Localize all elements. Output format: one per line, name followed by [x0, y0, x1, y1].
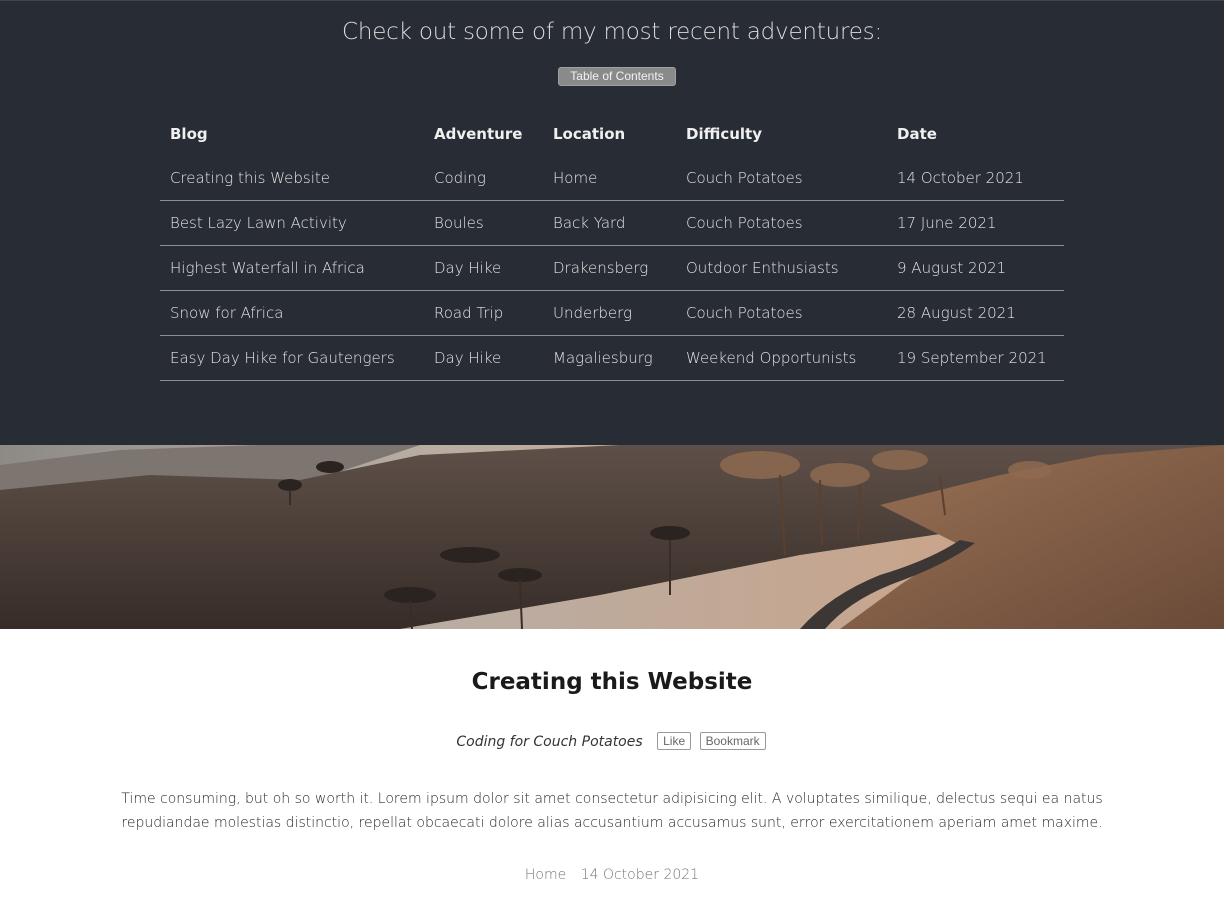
- table-row[interactable]: Snow for Africa Road Trip Underberg Couc…: [160, 290, 1064, 336]
- adventure-cell: Day Hike: [424, 335, 543, 381]
- blog-cell[interactable]: Easy Day Hike for Gautengers: [160, 335, 424, 381]
- table-row[interactable]: Easy Day Hike for Gautengers Day Hike Ma…: [160, 335, 1064, 381]
- adventures-section: Check out some of my most recent adventu…: [0, 0, 1224, 445]
- post-title: Creating this Website: [471, 669, 753, 695]
- column-header-location: Location: [553, 125, 626, 143]
- post-footer: Home 14 October 2021: [0, 867, 1224, 883]
- adventure-cell: Road Trip: [424, 290, 543, 336]
- difficulty-cell: Weekend Opportunists: [676, 335, 887, 381]
- adventure-cell: Coding: [424, 156, 543, 201]
- date-cell: 14 October 2021: [887, 156, 1064, 201]
- location-cell: Back Yard: [543, 200, 676, 246]
- table-row[interactable]: Highest Waterfall in Africa Day Hike Dra…: [160, 245, 1064, 291]
- blog-cell[interactable]: Highest Waterfall in Africa: [160, 245, 424, 291]
- difficulty-cell: Couch Potatoes: [676, 200, 887, 246]
- post-category: Coding for Couch Potatoes: [456, 734, 643, 750]
- post-date: 14 October 2021: [580, 867, 700, 883]
- adventure-cell: Boules: [424, 200, 543, 246]
- table-of-contents-button[interactable]: Table of Contents: [558, 67, 676, 86]
- post-banner-image: [0, 445, 1224, 629]
- date-cell: 9 August 2021: [887, 245, 1064, 291]
- difficulty-cell: Couch Potatoes: [676, 290, 887, 336]
- date-cell: 28 August 2021: [887, 290, 1064, 336]
- adventure-cell: Day Hike: [424, 245, 543, 291]
- table-header-row: Blog Adventure Location Difficulty Date: [160, 112, 1064, 156]
- like-button[interactable]: Like: [657, 732, 692, 750]
- location-cell: Drakensberg: [543, 245, 676, 291]
- blog-cell[interactable]: Creating this Website: [160, 156, 424, 201]
- blog-cell[interactable]: Best Lazy Lawn Activity: [160, 200, 424, 246]
- location-cell: Underberg: [543, 290, 676, 336]
- landscape-illustration: [0, 445, 1224, 629]
- column-header-adventure: Adventure: [434, 125, 523, 143]
- location-cell: Magaliesburg: [543, 335, 676, 381]
- table-row[interactable]: Creating this Website Coding Home Couch …: [160, 156, 1064, 201]
- blog-cell[interactable]: Snow for Africa: [160, 290, 424, 336]
- adventures-table: Blog Adventure Location Difficulty Date …: [160, 112, 1064, 381]
- column-header-difficulty: Difficulty: [686, 125, 762, 143]
- post-body: Time consuming, but oh so worth it. Lore…: [121, 791, 1103, 831]
- post-location: Home: [524, 867, 567, 883]
- post-meta: Coding for Couch Potatoes Like Bookmark: [0, 732, 1224, 750]
- difficulty-cell: Couch Potatoes: [676, 156, 887, 201]
- column-header-date: Date: [897, 125, 937, 143]
- difficulty-cell: Outdoor Enthusiasts: [676, 245, 887, 291]
- location-cell: Home: [543, 156, 676, 201]
- date-cell: 19 September 2021: [887, 335, 1064, 381]
- date-cell: 17 June 2021: [887, 200, 1064, 246]
- column-header-blog: Blog: [170, 125, 208, 143]
- table-row[interactable]: Best Lazy Lawn Activity Boules Back Yard…: [160, 200, 1064, 246]
- section-heading: Check out some of my most recent adventu…: [341, 19, 883, 45]
- bookmark-button[interactable]: Bookmark: [699, 732, 766, 750]
